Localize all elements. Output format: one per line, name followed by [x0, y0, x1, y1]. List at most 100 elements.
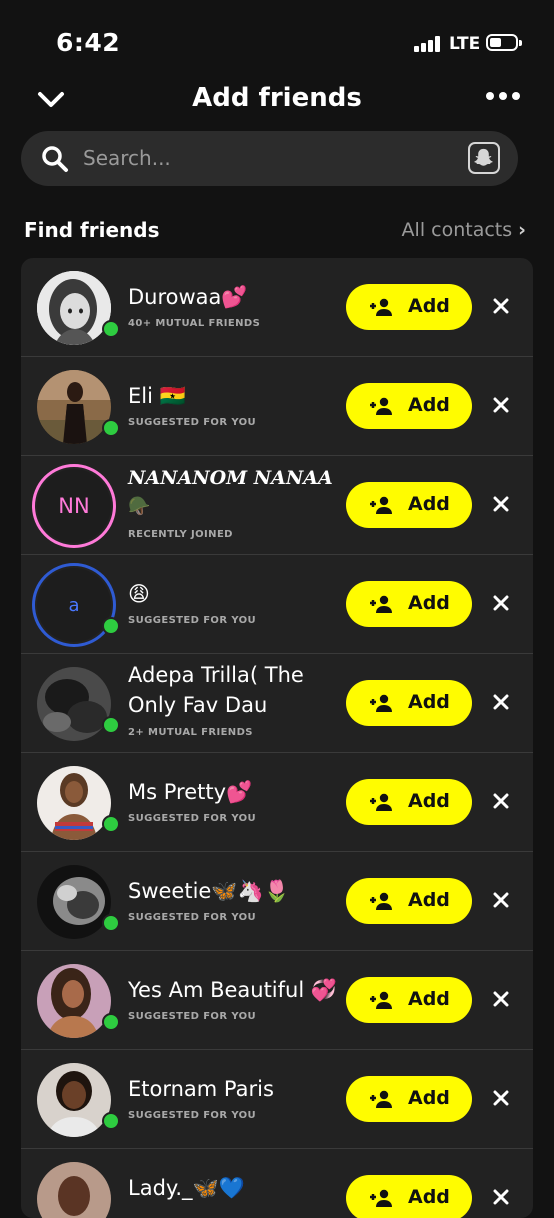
search-input[interactable]: Search... — [83, 146, 171, 170]
add-button-label: Add — [408, 889, 450, 911]
friend-name: Etornam Paris — [128, 1077, 274, 1101]
add-friend-button[interactable]: Add — [346, 878, 472, 924]
friend-name: 😩 — [128, 582, 150, 606]
online-indicator — [102, 1112, 120, 1130]
friend-subtitle: 2+ MUTUAL FRIENDS — [128, 727, 253, 738]
list-item[interactable]: Sweetie🦋🦄🌷 SUGGESTED FOR YOU Add — [21, 852, 533, 951]
add-friend-button[interactable]: Add — [346, 482, 472, 528]
avatar-initials: NN — [58, 494, 90, 518]
close-icon[interactable] — [491, 989, 511, 1009]
add-friend-button[interactable]: Add — [346, 581, 472, 627]
list-item[interactable]: a 😩 SUGGESTED FOR YOU Add — [21, 555, 533, 654]
add-button-label: Add — [408, 592, 450, 614]
add-user-icon — [370, 1090, 392, 1108]
close-icon[interactable] — [491, 296, 511, 316]
add-button-label: Add — [408, 691, 450, 713]
close-icon[interactable] — [491, 890, 511, 910]
friend-name: Durowaa💕 — [128, 285, 248, 309]
friend-name: Ms Pretty💕 — [128, 780, 253, 804]
friend-subtitle: SUGGESTED FOR YOU — [128, 912, 257, 923]
friend-subtitle: SUGGESTED FOR YOU — [128, 1110, 257, 1121]
add-button-label: Add — [408, 394, 450, 416]
online-indicator — [102, 914, 120, 932]
avatar[interactable] — [37, 271, 111, 345]
friend-subtitle: 40+ MUTUAL FRIENDS — [128, 318, 261, 329]
avatar[interactable] — [37, 1063, 111, 1137]
friend-name-extra: 🪖 — [128, 496, 151, 517]
add-button-label: Add — [408, 295, 450, 317]
add-user-icon — [370, 1189, 392, 1207]
add-user-icon — [370, 298, 392, 316]
list-item[interactable]: Eli 🇬🇭 SUGGESTED FOR YOU Add — [21, 357, 533, 456]
snapcode-icon[interactable] — [468, 142, 500, 174]
add-button-label: Add — [408, 988, 450, 1010]
network-label: LTE — [449, 34, 481, 54]
header: Add friends — [0, 80, 554, 120]
list-item[interactable]: NN 𝑵𝑨𝑵𝑨𝑵𝑶𝑴 𝑵𝑨𝑵𝑨𝑨 🪖 RECENTLY JOINED Add — [21, 456, 533, 555]
friend-name-line2: Only Fav Dau — [128, 693, 268, 717]
friend-subtitle: SUGGESTED FOR YOU — [128, 615, 257, 626]
online-indicator — [102, 1013, 120, 1031]
close-icon[interactable] — [491, 593, 511, 613]
page-title: Add friends — [192, 83, 362, 113]
close-icon[interactable] — [491, 494, 511, 514]
add-user-icon — [370, 793, 392, 811]
friend-subtitle: SUGGESTED FOR YOU — [128, 1011, 257, 1022]
add-friend-button[interactable]: Add — [346, 383, 472, 429]
search-icon — [42, 146, 68, 172]
add-friend-button[interactable]: Add — [346, 779, 472, 825]
add-friend-button[interactable]: Add — [346, 680, 472, 726]
close-icon[interactable] — [491, 692, 511, 712]
friend-name: Adepa Trilla( The — [128, 663, 304, 687]
add-friend-button[interactable]: Add — [346, 977, 472, 1023]
online-indicator — [102, 716, 120, 734]
online-indicator — [102, 815, 120, 833]
avatar[interactable]: NN — [37, 469, 111, 543]
all-contacts-link[interactable]: All contacts › — [402, 219, 526, 241]
search-bar[interactable]: Search... — [21, 131, 518, 186]
online-indicator — [102, 320, 120, 338]
list-item[interactable]: Durowaa💕 40+ MUTUAL FRIENDS Add — [21, 258, 533, 357]
list-item[interactable]: Lady._🦋💙 Add — [21, 1149, 533, 1218]
list-item[interactable]: Yes Am Beautiful 💞 SUGGESTED FOR YOU Add — [21, 951, 533, 1050]
add-user-icon — [370, 694, 392, 712]
add-friend-button[interactable]: Add — [346, 1175, 472, 1218]
avatar[interactable] — [37, 667, 111, 741]
battery-icon — [486, 34, 522, 51]
add-button-label: Add — [408, 493, 450, 515]
all-contacts-label: All contacts — [401, 219, 513, 241]
close-icon[interactable] — [491, 791, 511, 811]
avatar[interactable] — [37, 370, 111, 444]
add-button-label: Add — [408, 1186, 450, 1208]
status-time: 6:42 — [56, 28, 121, 57]
add-user-icon — [370, 496, 392, 514]
avatar[interactable] — [37, 865, 111, 939]
add-user-icon — [370, 397, 392, 415]
list-item[interactable]: Adepa Trilla( The Only Fav Dau 2+ MUTUAL… — [21, 654, 533, 753]
add-user-icon — [370, 595, 392, 613]
friend-name: Yes Am Beautiful 💞 — [128, 978, 338, 1002]
close-icon[interactable] — [491, 1187, 511, 1207]
more-icon[interactable] — [486, 92, 520, 102]
avatar[interactable] — [37, 964, 111, 1038]
avatar[interactable] — [37, 766, 111, 840]
friend-subtitle: SUGGESTED FOR YOU — [128, 417, 257, 428]
list-item[interactable]: Ms Pretty💕 SUGGESTED FOR YOU Add — [21, 753, 533, 852]
close-icon[interactable] — [491, 1088, 511, 1108]
add-button-label: Add — [408, 790, 450, 812]
add-button-label: Add — [408, 1087, 450, 1109]
add-friend-button[interactable]: Add — [346, 284, 472, 330]
close-icon[interactable] — [491, 395, 511, 415]
add-user-icon — [370, 892, 392, 910]
avatar[interactable] — [37, 1162, 111, 1218]
friend-name: 𝑵𝑨𝑵𝑨𝑵𝑶𝑴 𝑵𝑨𝑵𝑨𝑨 — [128, 467, 333, 489]
list-item[interactable]: Etornam Paris SUGGESTED FOR YOU Add — [21, 1050, 533, 1149]
online-indicator — [102, 419, 120, 437]
avatar[interactable]: a — [37, 568, 111, 642]
friend-list: Durowaa💕 40+ MUTUAL FRIENDS Add Eli 🇬🇭 S… — [21, 258, 533, 1218]
avatar-initials: a — [68, 594, 80, 616]
online-indicator — [102, 617, 120, 635]
signal-icon — [414, 36, 442, 52]
friend-name: Sweetie🦋🦄🌷 — [128, 879, 290, 903]
add-friend-button[interactable]: Add — [346, 1076, 472, 1122]
